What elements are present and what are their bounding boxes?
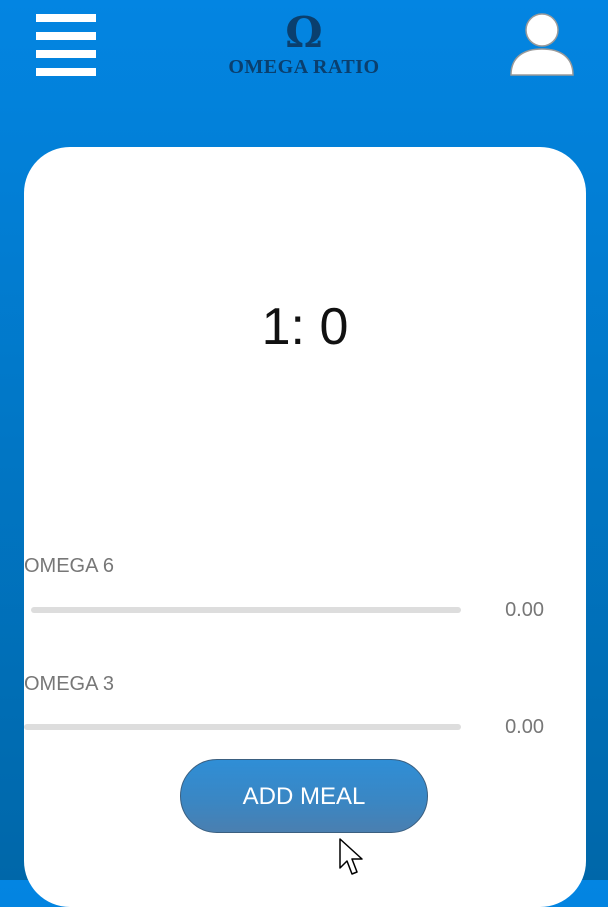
omega-ratio-value: 1: 0 — [261, 298, 349, 356]
omega-3-label: OMEGA 3 — [24, 673, 115, 695]
user-avatar-icon — [510, 13, 574, 76]
top-app-bar: Ω OMEGA RATIO — [0, 0, 608, 100]
profile-button[interactable] — [508, 12, 576, 78]
omega-3-progress-bar — [24, 724, 461, 730]
omega-logo-icon: Ω — [285, 8, 323, 57]
add-meal-button[interactable]: ADD MEAL — [180, 759, 428, 833]
app-title: OMEGA RATIO — [228, 56, 380, 78]
ratio-card: 1: 0 OMEGA 6 0.00 OMEGA 3 0.00 ADD MEAL — [24, 147, 586, 907]
omega-6-progress-bar — [31, 607, 461, 613]
omega-6-label: OMEGA 6 — [24, 555, 115, 577]
omega-3-value: 0.00 — [505, 716, 544, 738]
menu-button[interactable] — [36, 14, 96, 76]
app-logo: Ω OMEGA RATIO — [204, 10, 404, 84]
mouse-cursor-icon — [339, 838, 363, 875]
omega-6-value: 0.00 — [505, 599, 544, 621]
